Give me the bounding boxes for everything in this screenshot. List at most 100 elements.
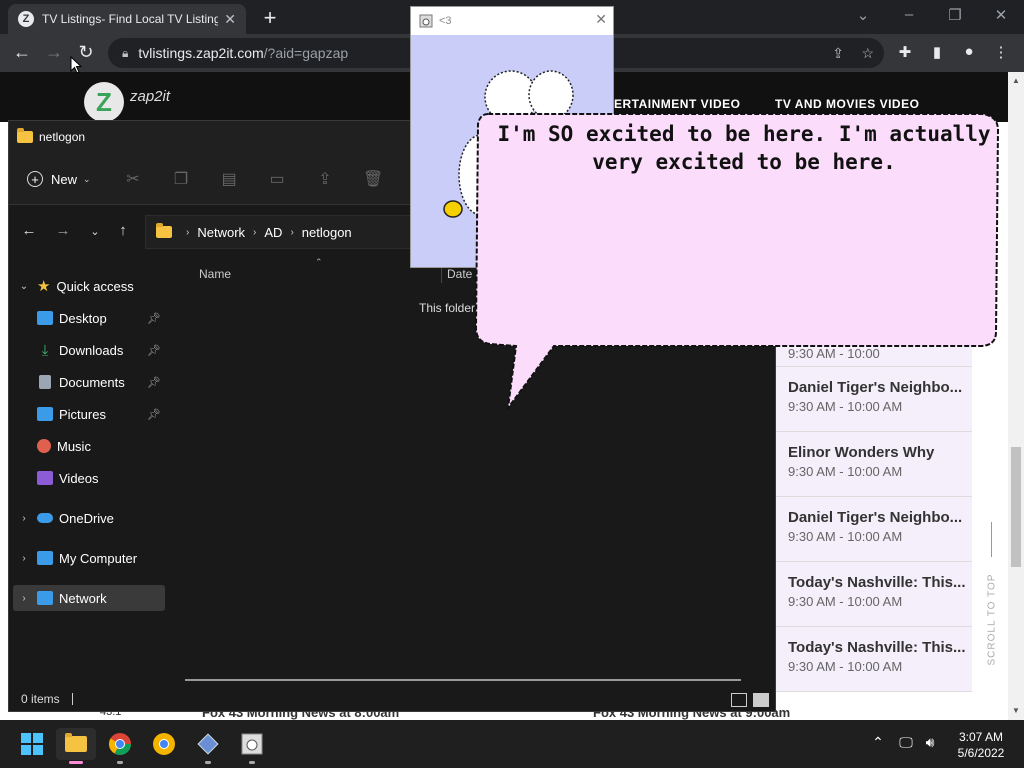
scroll-to-top-button[interactable]: SCROLL TO TOP — [984, 522, 1000, 666]
up-arrow-icon[interactable]: ↑ — [113, 222, 133, 239]
chevron-down-icon[interactable]: ⌄ — [17, 281, 31, 292]
taskbar-chrome-canary[interactable] — [148, 728, 180, 760]
profile-icon[interactable]: ● — [958, 43, 980, 60]
horizontal-scrollbar[interactable] — [185, 679, 741, 681]
breadcrumb-separator-icon: › — [186, 226, 190, 238]
videos-icon — [37, 471, 53, 485]
nav-videos[interactable]: Videos — [9, 465, 165, 491]
network-status-icon[interactable]: 🖵︎ — [896, 734, 916, 751]
zap2it-logo[interactable]: Z — [84, 82, 124, 122]
share-icon[interactable]: ⇪ — [832, 45, 844, 62]
url-path: /?aid=gapzap — [263, 45, 349, 61]
taskbar-desktop-pet[interactable] — [236, 728, 268, 764]
nav-music[interactable]: Music — [9, 433, 165, 459]
status-divider — [71, 693, 73, 705]
breadcrumb-ad[interactable]: AD — [264, 225, 282, 240]
nav-onedrive[interactable]: › OneDrive — [9, 505, 165, 531]
column-name-header[interactable]: Name — [199, 267, 231, 281]
forward-button[interactable]: → — [42, 42, 66, 63]
forward-arrow-icon[interactable]: → — [53, 222, 73, 239]
desktop-icon — [37, 311, 53, 325]
chevron-right-icon[interactable]: › — [17, 593, 31, 604]
cut-icon[interactable]: ✂ — [123, 169, 143, 189]
plus-icon: + — [27, 171, 43, 187]
rename-icon[interactable]: ▭ — [267, 169, 287, 189]
recent-locations-icon[interactable]: ⌄ — [85, 225, 105, 238]
scroll-to-top-label: SCROLL TO TOP — [986, 573, 998, 666]
star-icon: ★ — [37, 278, 51, 295]
chrome-icon — [109, 733, 131, 755]
network-diamond-icon — [197, 733, 219, 755]
copy-icon[interactable]: ❐ — [171, 169, 191, 189]
download-icon: ⤓ — [41, 341, 49, 359]
folder-icon — [156, 223, 172, 238]
start-button[interactable] — [16, 728, 48, 760]
scrollbar-thumb[interactable] — [1011, 447, 1021, 567]
page-scrollbar[interactable]: ▲ ▼ — [1008, 72, 1024, 720]
close-window-button[interactable]: ✕ — [986, 6, 1016, 24]
folder-icon — [65, 733, 87, 752]
taskbar-file-explorer[interactable] — [56, 728, 96, 764]
explorer-address-bar[interactable]: › Network › AD › netlogon — [145, 215, 425, 249]
nav-network[interactable]: › Network — [13, 585, 165, 611]
nav-tv-movies-video[interactable]: TV AND MOVIES VIDEO — [775, 97, 919, 111]
menu-icon[interactable]: ⋮ — [990, 43, 1012, 61]
back-arrow-icon[interactable]: ← — [19, 222, 39, 239]
taskbar: ⌃ 🖵︎ 🔊︎ 3:07 AM 5/6/2022 — [0, 720, 1024, 768]
taskbar-chrome[interactable] — [104, 728, 136, 764]
navigation-pane: ⌄ ★ Quick access Desktop 📌︎ ⤓ Downloads … — [9, 257, 167, 677]
pin-icon: 📌︎ — [147, 344, 161, 357]
delete-icon[interactable]: 🗑︎ — [363, 169, 383, 189]
nav-downloads[interactable]: ⤓ Downloads 📌︎ — [9, 337, 165, 363]
nav-pictures[interactable]: Pictures 📌︎ — [9, 401, 165, 427]
windows-logo-icon — [21, 733, 43, 755]
lock-icon: 🔒︎ — [122, 45, 129, 60]
details-view-icon[interactable] — [731, 693, 747, 707]
restore-button[interactable]: ❐ — [940, 6, 970, 24]
tab-search-icon[interactable]: ⌄ — [848, 6, 878, 24]
network-icon — [37, 591, 53, 605]
back-button[interactable]: ← — [10, 42, 34, 63]
breadcrumb-network[interactable]: Network — [197, 225, 245, 240]
breadcrumb-separator-icon: › — [253, 226, 257, 238]
taskbar-network-app[interactable] — [192, 728, 224, 764]
scroll-down-arrow-icon[interactable]: ▼ — [1012, 706, 1020, 715]
listing-item[interactable]: Elinor Wonders Why 9:30 AM - 10:00 AM — [776, 432, 972, 497]
chevron-right-icon[interactable]: › — [17, 553, 31, 564]
new-tab-button[interactable]: + — [258, 5, 282, 31]
speech-bubble-text: I'm SO excited to be here. I'm actually … — [497, 122, 991, 174]
mouse-cursor-icon — [70, 56, 82, 74]
new-button[interactable]: + New ⌄ — [27, 167, 91, 191]
show-hidden-icons-chevron-icon[interactable]: ⌃ — [868, 734, 888, 751]
volume-icon[interactable]: 🔊︎ — [920, 734, 940, 751]
listing-item[interactable]: Today's Nashville: This... 9:30 AM - 10:… — [776, 562, 972, 627]
paste-icon[interactable]: ▤ — [219, 169, 239, 189]
close-icon[interactable]: ✕ — [595, 11, 607, 28]
close-tab-icon[interactable]: ✕ — [224, 11, 236, 28]
nav-desktop[interactable]: Desktop 📌︎ — [9, 305, 165, 331]
pin-icon: 📌︎ — [147, 376, 161, 389]
nav-entertainment-video[interactable]: ERTAINMENT VIDEO — [614, 97, 740, 111]
extensions-icon[interactable]: ✚ — [894, 43, 916, 61]
nav-documents[interactable]: Documents 📌︎ — [9, 369, 165, 395]
system-clock[interactable]: 3:07 AM 5/6/2022 — [946, 729, 1016, 761]
scroll-up-arrow-icon[interactable]: ▲ — [1012, 76, 1020, 85]
nav-my-computer[interactable]: › My Computer — [9, 545, 165, 571]
zap2it-logo-text: zap2it — [130, 88, 171, 105]
listing-item[interactable]: Daniel Tiger's Neighbo... 9:30 AM - 10:0… — [776, 497, 972, 562]
browser-tab[interactable]: Z TV Listings- Find Local TV Listings ✕ — [8, 4, 246, 34]
side-panel-icon[interactable]: ▮ — [926, 43, 948, 61]
minimize-button[interactable]: – — [894, 6, 924, 23]
chevron-right-icon[interactable]: › — [17, 513, 31, 524]
clock-time: 3:07 AM — [958, 730, 1004, 744]
large-icons-view-icon[interactable] — [753, 693, 769, 707]
music-icon — [37, 439, 51, 453]
bookmark-star-icon[interactable]: ☆ — [861, 45, 874, 62]
computer-icon — [37, 551, 53, 565]
listing-item[interactable]: Today's Nashville: This... 9:30 AM - 10:… — [776, 627, 972, 692]
running-indicator — [117, 761, 123, 764]
share-icon[interactable]: ⇪ — [315, 169, 335, 189]
column-date-header[interactable]: Date — [447, 267, 472, 281]
nav-quick-access[interactable]: ⌄ ★ Quick access — [9, 273, 165, 299]
breadcrumb-netlogon[interactable]: netlogon — [302, 225, 352, 240]
